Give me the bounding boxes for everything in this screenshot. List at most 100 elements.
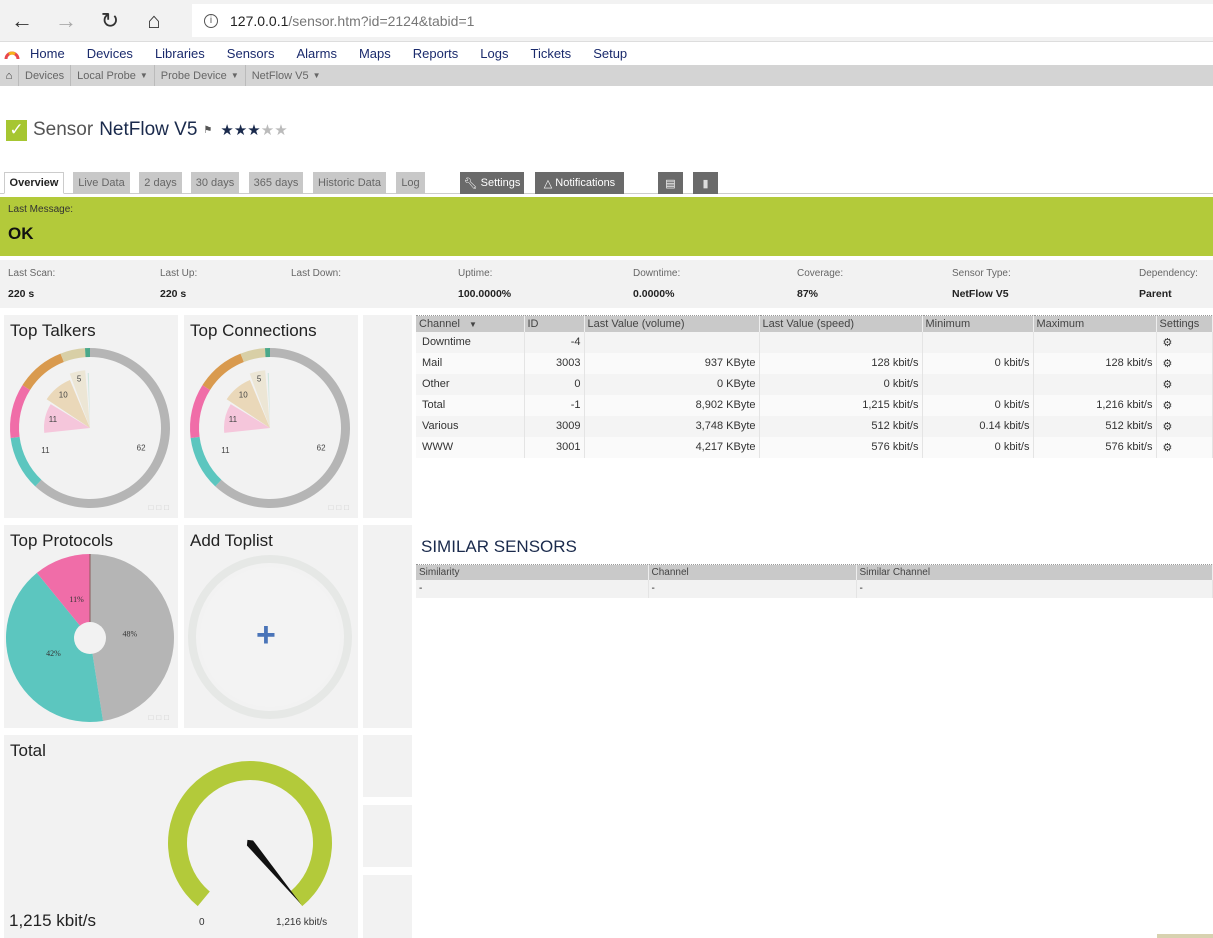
table-row[interactable]: Mail 3003 937 KByte 128 kbit/s 0 kbit/s 128 k… — [416, 352, 1213, 374]
col-last-value-volume[interactable]: Last Value (volume) — [584, 315, 760, 332]
ring-slice-5[interactable] — [84, 348, 90, 358]
ring-slice-4[interactable] — [60, 348, 86, 362]
tab-365-days[interactable]: 365 days — [249, 172, 303, 194]
prtg-logo-icon[interactable] — [4, 48, 20, 60]
col-minimum[interactable]: Minimum — [922, 315, 1034, 332]
top-protocols-panel[interactable]: 48% 42% 11% Top Protocols □□□ — [4, 525, 178, 728]
donut-hole — [74, 622, 106, 654]
col-maximum[interactable]: Maximum — [1033, 315, 1157, 332]
menu-devices[interactable]: Devices — [87, 46, 133, 61]
star-empty-icon[interactable]: ★ — [261, 122, 274, 139]
menu-libraries[interactable]: Libraries — [155, 46, 205, 61]
top-connections-panel[interactable]: 62 11 11 10 5 Top Connections □□□ — [184, 315, 358, 518]
top-talkers-panel[interactable]: 62 11 11 10 5 Top Talkers □□□ — [4, 315, 178, 518]
col-channel[interactable]: Channel — [648, 564, 857, 580]
gear-icon[interactable]: ⚙ — [1156, 352, 1213, 374]
menu-alarms[interactable]: Alarms — [297, 46, 337, 61]
empty-panel — [363, 805, 412, 867]
total-gauge-panel[interactable]: Total 1,215 kbit/s 0 1,216 kbit/s — [4, 735, 358, 938]
home-icon[interactable]: ⌂ — [132, 0, 176, 42]
tab-historic-data[interactable]: Historic Data — [313, 172, 386, 194]
breadcrumb-label: Devices — [25, 69, 65, 82]
table-row[interactable]: Various 3009 3,748 KByte 512 kbit/s 0.14 kbi… — [416, 415, 1213, 437]
col-similarity[interactable]: Similarity — [416, 564, 649, 580]
breadcrumb-devices[interactable]: Devices — [18, 65, 70, 86]
settings-button[interactable]: 🔧︎ Settings — [460, 172, 524, 194]
stat-sensor-type: Sensor Type: NetFlow V5 — [952, 268, 1011, 300]
address-bar[interactable]: i 127.0.0.1/sensor.htm?id=2124&tabid=1 — [192, 4, 1213, 37]
tab-overview[interactable]: Overview — [4, 172, 64, 194]
menu-setup[interactable]: Setup — [593, 46, 627, 61]
tab-log[interactable]: Log — [396, 172, 425, 194]
ring-slice-1[interactable] — [190, 436, 222, 487]
ring-slice-3[interactable] — [202, 353, 244, 390]
priority-stars[interactable]: ★★★★★ — [220, 121, 287, 139]
url-path: /sensor.htm?id=2124&tabid=1 — [288, 12, 475, 29]
tab-30-days[interactable]: 30 days — [191, 172, 239, 194]
breadcrumb-label: NetFlow V5 — [251, 69, 309, 82]
col-last-value-speed[interactable]: Last Value (speed) — [759, 315, 923, 332]
comments-button[interactable]: ▤ — [658, 172, 683, 194]
breadcrumb-probe-device[interactable]: Probe Device ▼ — [153, 65, 245, 86]
breadcrumb-home-icon[interactable]: ⌂ — [0, 65, 18, 86]
cell-channel: Various — [416, 415, 525, 437]
empty-panel — [363, 525, 412, 728]
menu-sensors[interactable]: Sensors — [227, 46, 275, 61]
gear-icon[interactable]: ⚙ — [1156, 373, 1213, 395]
col-channel[interactable]: Channel ▼ — [416, 315, 525, 332]
panel-tools-icon[interactable]: □□□ — [329, 503, 353, 512]
table-row[interactable]: WWW 3001 4,217 KByte 576 kbit/s 0 kbit/s 576 … — [416, 436, 1213, 458]
col-similar-channel[interactable]: Similar Channel — [856, 564, 1213, 580]
ring-slice-5[interactable] — [264, 348, 270, 358]
cell-similar-channel: - — [856, 579, 1213, 598]
col-id[interactable]: ID — [524, 315, 585, 332]
star-filled-icon[interactable]: ★ — [234, 122, 247, 139]
notifications-button[interactable]: △ Notifications — [535, 172, 624, 194]
table-row[interactable]: Downtime -4 ⚙ — [416, 331, 1213, 353]
star-filled-icon[interactable]: ★ — [220, 122, 233, 139]
gear-icon[interactable]: ⚙ — [1156, 415, 1213, 437]
star-filled-icon[interactable]: ★ — [247, 122, 260, 139]
cell-volume: 937 KByte — [584, 352, 760, 374]
ring-slice-3[interactable] — [22, 353, 64, 390]
panel-title: Add Toplist — [190, 531, 273, 550]
tab-live-data[interactable]: Live Data — [73, 172, 130, 194]
ring-slice-1[interactable] — [10, 436, 42, 487]
breadcrumb-local-probe[interactable]: Local Probe ▼ — [70, 65, 154, 86]
panel-tools-icon[interactable]: □□□ — [149, 713, 173, 722]
add-toplist-panel[interactable]: Add Toplist + — [184, 525, 358, 728]
menu-tickets[interactable]: Tickets — [530, 46, 571, 61]
ring-slice-2[interactable] — [10, 385, 31, 439]
ring-slice-4[interactable] — [240, 348, 266, 362]
table-row[interactable]: Total -1 8,902 KByte 1,215 kbit/s 0 kbit/s 1,… — [416, 394, 1213, 416]
refresh-icon[interactable]: ↻ — [88, 0, 132, 42]
menu-home[interactable]: Home — [30, 46, 65, 61]
star-empty-icon[interactable]: ★ — [274, 122, 287, 139]
cell-id: -1 — [524, 394, 585, 416]
cell-channel: Other — [416, 373, 525, 395]
back-arrow-icon[interactable]: ← — [0, 0, 44, 42]
table-row[interactable]: Other 0 0 KByte 0 kbit/s ⚙ — [416, 373, 1213, 395]
stat-label: Dependency: — [1139, 268, 1198, 279]
scroll-indicator — [1157, 934, 1213, 938]
stat-coverage: Coverage: 87% — [797, 268, 843, 300]
cell-min — [922, 331, 1034, 353]
info-icon[interactable]: i — [204, 13, 218, 28]
panel-tools-icon[interactable]: □□□ — [149, 503, 173, 512]
gear-icon[interactable]: ⚙ — [1156, 331, 1213, 353]
gear-icon[interactable]: ⚙ — [1156, 436, 1213, 458]
flag-icon[interactable]: ⚑ — [203, 125, 212, 136]
forward-arrow-icon[interactable]: → — [44, 0, 88, 42]
menu-logs[interactable]: Logs — [480, 46, 508, 61]
ring-slice-2[interactable] — [190, 385, 211, 439]
gear-icon[interactable]: ⚙ — [1156, 394, 1213, 416]
empty-panel — [363, 875, 412, 938]
empty-panel — [363, 735, 412, 797]
tab-2-days[interactable]: 2 days — [139, 172, 182, 194]
sensor-label: Sensor — [33, 119, 94, 140]
menu-reports[interactable]: Reports — [413, 46, 459, 61]
breadcrumb-netflow[interactable]: NetFlow V5 ▼ — [244, 65, 327, 86]
history-button[interactable]: ▮ — [693, 172, 718, 194]
add-plus-icon[interactable]: + — [256, 618, 276, 652]
menu-maps[interactable]: Maps — [359, 46, 391, 61]
